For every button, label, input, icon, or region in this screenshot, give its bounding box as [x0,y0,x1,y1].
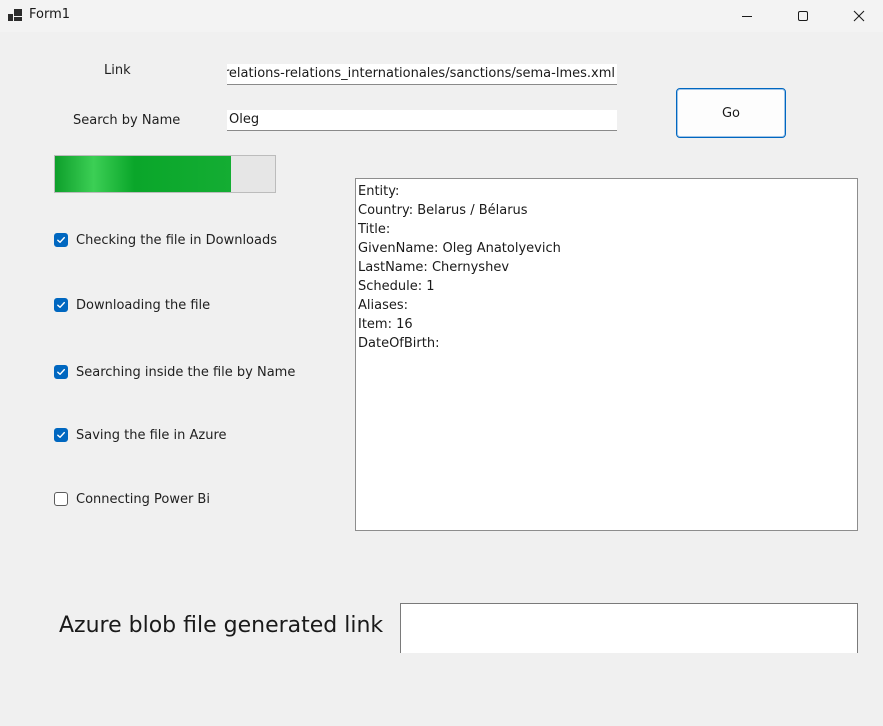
step-checkbox-label: Connecting Power Bi [76,491,210,507]
step-checkbox-label: Downloading the file [76,297,211,313]
progress-bar [54,155,276,193]
result-line: Title: [358,222,391,237]
title-bar[interactable]: Form1 [0,0,883,32]
search-by-name-label: Search by Name [73,113,181,128]
step-checkbox[interactable] [54,428,68,442]
step-checkbox-row[interactable]: Searching inside the file by Name [54,363,295,381]
checkmark-icon [57,368,66,376]
result-line: Schedule: 1 [358,279,435,294]
step-checkbox-label: Saving the file in Azure [76,427,227,443]
result-textbox[interactable]: Entity: Country: Belarus / Bélarus Title: G… [355,178,858,531]
link-input[interactable]: l_relations-relations_internationales/sa… [227,64,617,85]
go-button[interactable]: Go [676,88,786,138]
result-line: Country: Belarus / Bélarus [358,203,528,218]
step-checkbox-label: Checking the file in Downloads [76,232,277,248]
step-checkbox-row[interactable]: Checking the file in Downloads [54,231,277,249]
result-line: Entity: [358,184,400,199]
close-button[interactable] [836,0,882,32]
result-line: Aliases: [358,298,409,313]
result-line: GivenName: Oleg Anatolyevich [358,241,561,256]
winforms-app-icon [8,9,22,21]
step-checkbox[interactable] [54,233,68,247]
checkmark-icon [57,431,66,439]
step-checkbox[interactable] [54,492,68,506]
window-title: Form1 [29,7,71,22]
search-name-input[interactable]: Oleg [227,110,617,131]
main-window: Form1 Link l_relations-relations_interna… [0,0,883,726]
step-checkbox-row[interactable]: Connecting Power Bi [54,490,210,508]
step-checkbox[interactable] [54,365,68,379]
azure-link-input[interactable] [400,603,858,653]
minimize-button[interactable] [724,0,770,32]
minimize-icon [742,16,752,17]
step-checkbox-row[interactable]: Saving the file in Azure [54,426,227,444]
checkmark-icon [57,301,66,309]
step-checkbox-row[interactable]: Downloading the file [54,296,210,314]
step-checkbox-label: Searching inside the file by Name [76,364,296,380]
progress-fill [55,156,231,192]
checkmark-icon [57,236,66,244]
close-icon [853,10,865,22]
link-input-value: l_relations-relations_internationales/sa… [227,66,615,81]
result-line: LastName: Chernyshev [358,260,510,275]
azure-link-label: Azure blob file generated link [59,613,384,638]
result-line: Item: 16 [358,317,413,332]
result-line: DateOfBirth: [358,336,440,351]
step-checkbox[interactable] [54,298,68,312]
maximize-button[interactable] [780,0,826,32]
link-label: Link [104,63,131,78]
maximize-icon [798,11,808,21]
